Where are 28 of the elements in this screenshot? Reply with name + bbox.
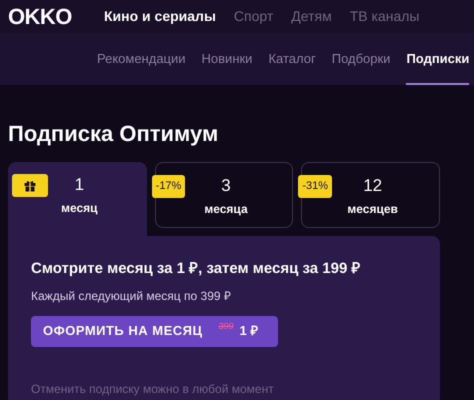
period-unit: месяца (204, 201, 248, 218)
logo[interactable]: OKKO (8, 6, 74, 28)
page-title: Подписка Оптимум (8, 123, 220, 145)
discount-badge: -17% (152, 175, 186, 198)
gift-badge (12, 174, 48, 197)
subscribe-button[interactable]: ОФОРМИТЬ НА МЕСЯЦ 399 1 ₽ (31, 316, 278, 346)
nav-tab[interactable]: Каталог (268, 33, 316, 85)
nav-link[interactable]: Спорт (234, 6, 274, 27)
period-tab[interactable]: -17% 3 месяца (154, 162, 294, 228)
nav-tab[interactable]: Подписки (406, 33, 470, 85)
period-count: 3 (221, 177, 231, 194)
nav-tab[interactable]: Новинки (202, 33, 252, 85)
period-unit: месяцев (347, 201, 398, 218)
old-price: 399 (218, 320, 234, 334)
nav-link[interactable]: Кино и сериалы (104, 6, 216, 27)
period-count: 1 (74, 176, 84, 193)
period-count: 12 (363, 177, 382, 194)
nav-tab[interactable]: Рекомендации (97, 33, 186, 85)
period-tab[interactable]: 1 месяц (8, 162, 147, 236)
discount-badge: -31% (298, 175, 332, 198)
offer-headline: Смотрите месяц за 1 ₽, затем месяц за 199 ₽ (31, 259, 360, 279)
cancel-note: Отменить подписку можно в любой момент (31, 380, 274, 398)
nav-link[interactable]: ТВ каналы (350, 6, 420, 27)
period-tab[interactable]: -31% 12 месяцев (301, 162, 440, 228)
offer-subtext: Каждый следующий месяц по 399 ₽ (31, 288, 231, 304)
nav-tab[interactable]: Подборки (332, 33, 390, 85)
period-unit: месяц (61, 200, 98, 217)
nav-link[interactable]: Детям (291, 6, 332, 27)
